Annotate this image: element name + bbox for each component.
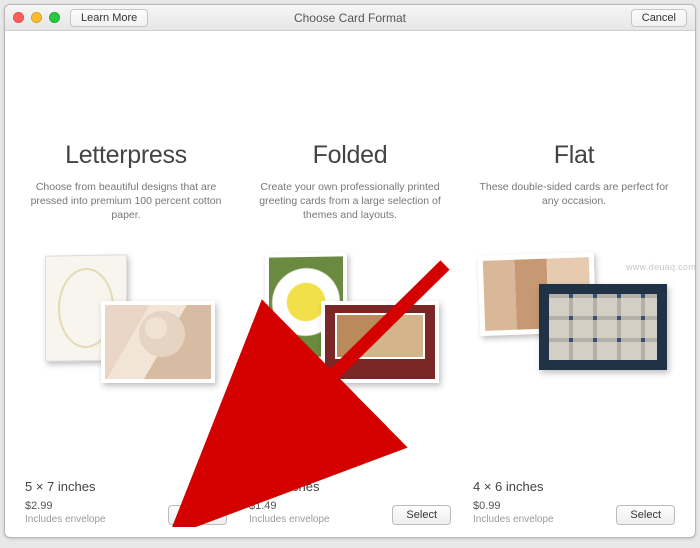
size-label: 5 × 7 inches: [25, 479, 233, 494]
dialog-window: Learn More Choose Card Format Cancel Let…: [4, 4, 696, 538]
close-icon[interactable]: [13, 12, 24, 23]
format-options: Letterpress Choose from beautiful design…: [5, 31, 695, 399]
option-description: These double-sided cards are perfect for…: [467, 180, 681, 214]
footer-letterpress: 5 × 7 inches $2.99 Includes envelope Sel…: [19, 479, 233, 525]
watermark: www.deuaq.com: [626, 262, 696, 272]
zoom-icon[interactable]: [49, 12, 60, 23]
cancel-button[interactable]: Cancel: [631, 9, 687, 27]
option-heading: Folded: [243, 141, 457, 170]
card-mock-icon: [321, 301, 439, 383]
option-letterpress: Letterpress Choose from beautiful design…: [19, 141, 233, 399]
card-mock-icon: [539, 284, 667, 370]
select-button-folded[interactable]: Select: [392, 505, 451, 525]
size-label: 5 × 7 inches: [249, 479, 457, 494]
size-label: 4 × 6 inches: [473, 479, 681, 494]
option-preview: [243, 249, 457, 399]
footer: 5 × 7 inches $2.99 Includes envelope Sel…: [19, 479, 681, 525]
option-description: Choose from beautiful designs that are p…: [19, 180, 233, 223]
titlebar: Learn More Choose Card Format Cancel: [5, 5, 695, 31]
footer-flat: 4 × 6 inches $0.99 Includes envelope Sel…: [467, 479, 681, 525]
window-controls: [13, 12, 60, 23]
minimize-icon[interactable]: [31, 12, 42, 23]
select-button-flat[interactable]: Select: [616, 505, 675, 525]
footer-folded: 5 × 7 inches $1.49 Includes envelope Sel…: [243, 479, 457, 525]
select-button-letterpress[interactable]: Select: [168, 505, 227, 525]
option-preview: [19, 249, 233, 399]
learn-more-button[interactable]: Learn More: [70, 9, 148, 27]
option-heading: Flat: [467, 141, 681, 170]
option-heading: Letterpress: [19, 141, 233, 170]
card-mock-icon: [101, 301, 215, 383]
option-description: Create your own professionally printed g…: [243, 180, 457, 223]
option-folded: Folded Create your own professionally pr…: [243, 141, 457, 399]
